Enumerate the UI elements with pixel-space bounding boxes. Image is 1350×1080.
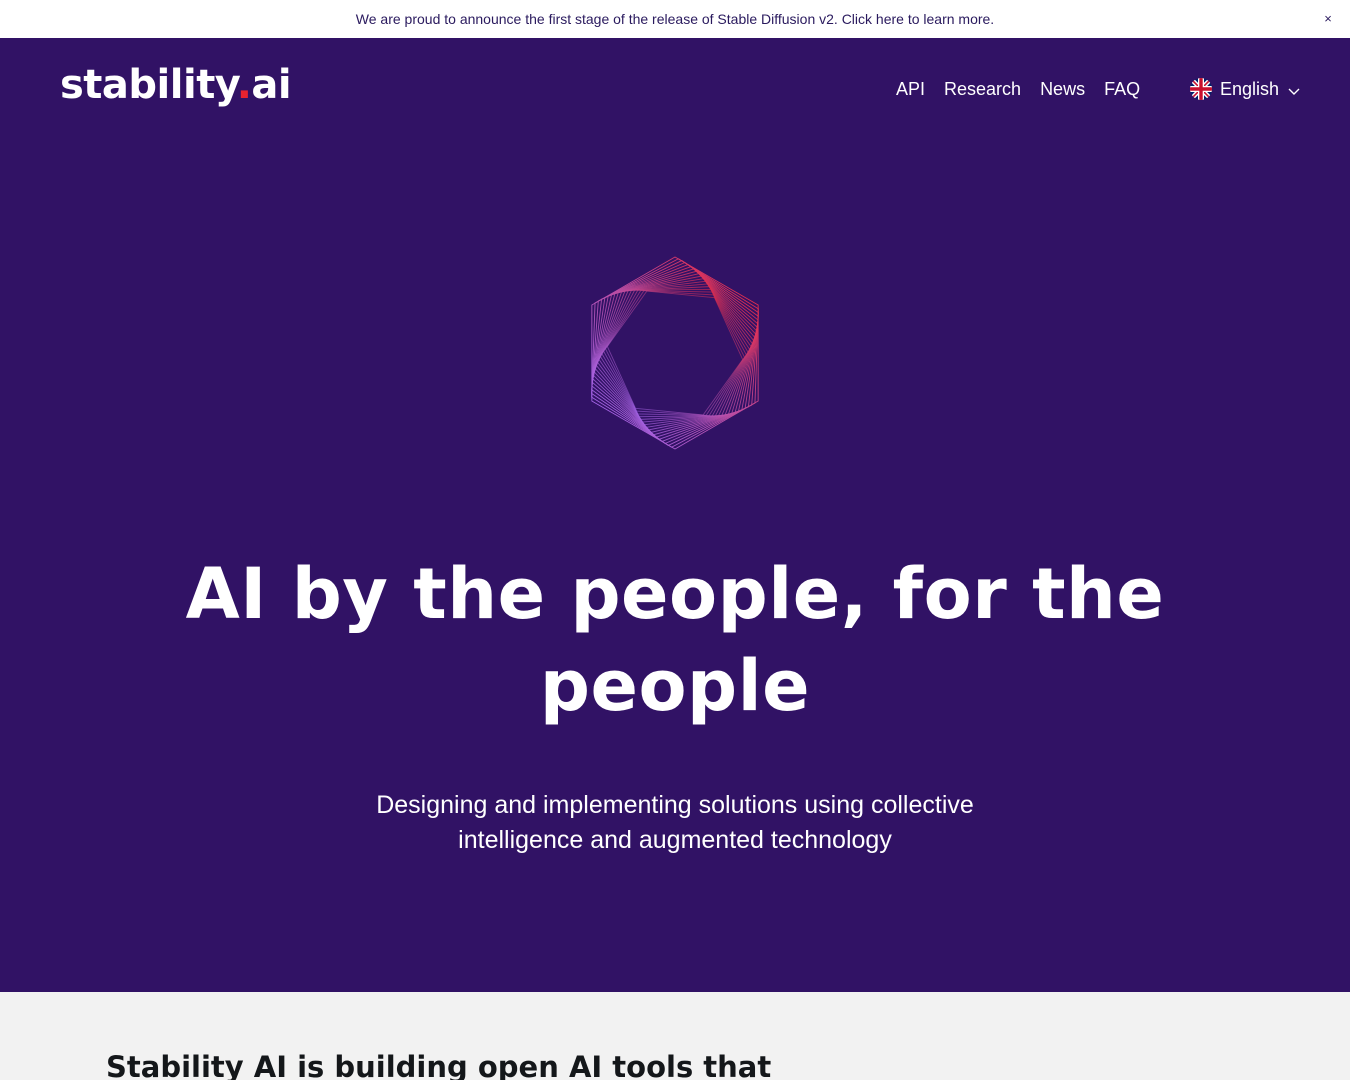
hexagon-graphic — [585, 256, 765, 451]
announcement-bar: We are proud to announce the first stage… — [0, 0, 1350, 38]
hexagon-line — [595, 278, 755, 428]
hero-section: stability.ai API Research News FAQ Engli… — [0, 38, 1350, 992]
nav-item-news[interactable]: News — [1040, 78, 1085, 100]
logo-main-text: stability — [60, 62, 237, 108]
hero-subtitle: Designing and implementing solutions usi… — [376, 791, 974, 854]
hexagon-line — [594, 275, 756, 431]
logo-suffix-text: ai — [251, 62, 292, 108]
hexagon-line — [593, 273, 757, 433]
chevron-down-icon — [1287, 82, 1301, 96]
hero-headline: AI by the people, for the people — [185, 553, 1165, 727]
main-nav: API Research News FAQ — [896, 78, 1140, 100]
uk-flag-icon — [1190, 78, 1212, 100]
announcement-link[interactable]: We are proud to announce the first stage… — [356, 11, 994, 27]
hexagon-line — [593, 270, 757, 436]
nav-item-api[interactable]: API — [896, 78, 925, 100]
language-selector[interactable]: English — [1190, 78, 1301, 100]
stability-logo[interactable]: stability.ai — [60, 62, 292, 108]
intro-section: Stability AI is building open AI tools t… — [0, 992, 1350, 1080]
close-icon[interactable]: × — [1320, 10, 1336, 26]
language-label: English — [1220, 78, 1280, 99]
intro-heading: Stability AI is building open AI tools t… — [106, 1050, 772, 1080]
nav-item-research[interactable]: Research — [944, 78, 1021, 100]
hexagon-line — [591, 256, 759, 450]
hexagon-line — [599, 286, 751, 420]
nav-item-faq[interactable]: FAQ — [1104, 78, 1140, 100]
logo-dot: . — [236, 62, 252, 108]
